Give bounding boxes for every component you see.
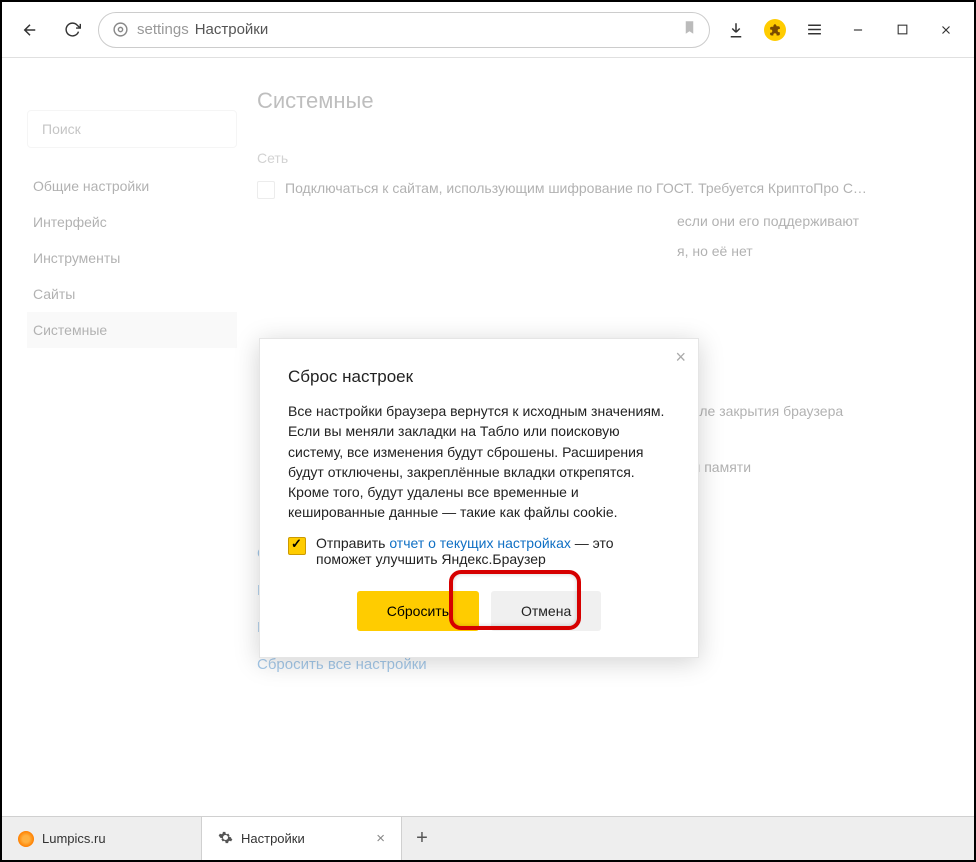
sidebar-item-sites[interactable]: Сайты [27,276,237,312]
sidebar-search[interactable]: Поиск [27,110,237,148]
setting-text-fragment: если они его поддерживают [677,213,949,229]
address-text: settings Настройки [137,21,674,38]
setting-text-fragment: я, но её нет [677,243,949,259]
site-icon [111,21,129,39]
page-title: Системные [257,88,949,114]
new-tab-button[interactable]: + [402,817,442,860]
close-window-button[interactable] [930,14,962,46]
tab-lumpics[interactable]: Lumpics.ru [2,817,202,860]
close-tab-icon[interactable]: × [356,830,385,847]
menu-button[interactable] [798,14,830,46]
checkbox-label: Отправить отчет о текущих настройках — э… [316,535,670,567]
back-button[interactable] [14,14,46,46]
reload-button[interactable] [56,14,88,46]
cancel-button[interactable]: Отмена [491,591,601,631]
address-bar[interactable]: settings Настройки [98,12,710,48]
maximize-button[interactable] [886,14,918,46]
link-reset-all[interactable]: Сбросить все настройки [257,656,949,673]
checkbox-icon [257,181,275,199]
setting-text-fragment: после закрытия браузера [677,403,949,419]
gear-icon [218,830,233,848]
tab-bar: Lumpics.ru Настройки × + [2,816,974,860]
minimize-button[interactable] [842,14,874,46]
extension-icon[interactable] [764,19,786,41]
reset-settings-dialog: × Сброс настроек Все настройки браузера … [259,338,699,658]
sidebar-item-general[interactable]: Общие настройки [27,168,237,204]
tab-label: Lumpics.ru [42,831,106,846]
tab-settings[interactable]: Настройки × [202,817,402,860]
section-network-title: Сеть [257,150,949,166]
reset-button[interactable]: Сбросить [357,591,479,631]
checkbox-gost[interactable]: Подключаться к сайтам, использующим шифр… [257,180,949,199]
tab-favicon [18,831,34,847]
send-report-checkbox[interactable]: Отправить отчет о текущих настройках — э… [288,535,670,567]
sidebar-item-interface[interactable]: Интерфейс [27,204,237,240]
dialog-title: Сброс настроек [288,367,670,387]
dialog-button-row: Сбросить Отмена [288,591,670,631]
sidebar-item-tools[interactable]: Инструменты [27,240,237,276]
tab-label: Настройки [241,831,305,846]
browser-toolbar: settings Настройки [2,2,974,58]
close-icon[interactable]: × [675,347,686,368]
setting-text-fragment: ной памяти [677,459,949,475]
downloads-button[interactable] [720,14,752,46]
toolbar-right-group [720,14,962,46]
checkbox-icon [288,537,306,555]
sidebar-item-system[interactable]: Системные [27,312,237,348]
report-link[interactable]: отчет о текущих настройках [389,535,571,551]
settings-sidebar: Поиск Общие настройки Интерфейс Инструме… [27,88,237,693]
content-area: Поиск Общие настройки Интерфейс Инструме… [2,58,974,798]
bookmark-icon[interactable] [682,20,697,40]
dialog-body-text: Все настройки браузера вернутся к исходн… [288,401,670,523]
